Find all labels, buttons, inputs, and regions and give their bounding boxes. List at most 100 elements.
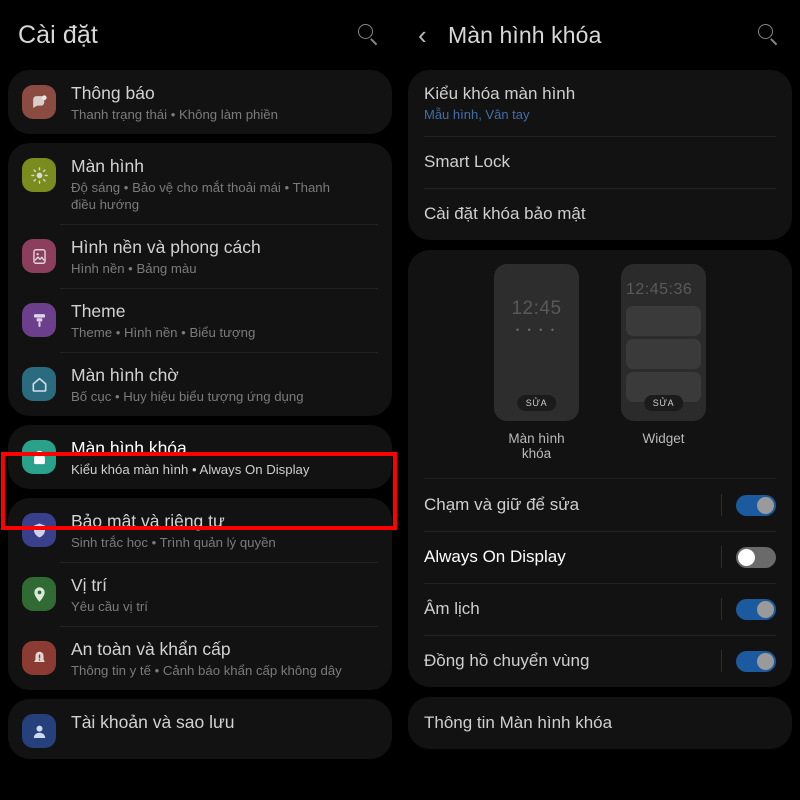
- preview-widget[interactable]: 12:45:36 SỬA Widget: [621, 264, 706, 461]
- settings-item-text: Màn hình Độ sáng • Bảo vệ cho mắt thoải m…: [71, 154, 356, 213]
- settings-item-th-ng-b-o[interactable]: Thông báo Thanh trạng thái • Không làm ph…: [8, 70, 392, 134]
- lock-setting-text: Kiểu khóa màn hình Mẫu hình, Vân tay: [424, 84, 575, 122]
- lock-setting-title: Cài đặt khóa bảo mật: [424, 204, 586, 223]
- settings-item-subtitle: Theme • Hình nền • Biểu tượng: [71, 325, 256, 340]
- settings-item-text: Bảo mật và riêng tư Sinh trắc học • Trình…: [71, 509, 276, 551]
- settings-item-title: Tài khoản và sao lưu: [71, 712, 235, 732]
- toggle-switch[interactable]: [736, 598, 776, 620]
- widget-placeholder-bar: [626, 339, 701, 369]
- settings-item-text: Vị trí Yêu cầu vị trí: [71, 573, 148, 615]
- page-title: Cài đặt: [18, 20, 98, 49]
- preview-thumbnail[interactable]: 12:45:36 SỬA: [621, 264, 706, 421]
- settings-item-v-tr[interactable]: Vị trí Yêu cầu vị trí: [8, 562, 392, 626]
- settings-item-text: Thông báo Thanh trạng thái • Không làm ph…: [71, 81, 278, 123]
- lock-setting-text: Smart Lock: [424, 152, 510, 172]
- preview-label: Màn hình khóa: [508, 431, 565, 461]
- settings-item-subtitle: Thanh trạng thái • Không làm phiền: [71, 107, 278, 122]
- settings-item-title: Hình nền và phong cách: [71, 237, 261, 257]
- settings-item-title: Màn hình khóa: [71, 438, 187, 458]
- settings-list: Thông báo Thanh trạng thái • Không làm ph…: [0, 70, 400, 759]
- toggle-knob: [738, 548, 755, 566]
- toggle-row-m-l-ch[interactable]: Âm lịch: [408, 583, 792, 635]
- lock-screen-header: ‹ Màn hình khóa: [400, 0, 800, 70]
- settings-item-t-i-kho-n-v-sao-l-u[interactable]: Tài khoản và sao lưu: [8, 699, 392, 759]
- settings-item-m-n-h-nh-ch[interactable]: Màn hình chờ Bố cục • Huy hiệu biểu tượng…: [8, 352, 392, 416]
- emergency-icon: [22, 641, 56, 675]
- settings-item-subtitle: Yêu cầu vị trí: [71, 599, 148, 614]
- settings-item-text: Màn hình chờ Bố cục • Huy hiệu biểu tượng…: [71, 363, 304, 405]
- chevron-left-icon[interactable]: ‹: [418, 22, 448, 48]
- wallpaper-icon: [22, 239, 56, 273]
- toggle-switch[interactable]: [736, 650, 776, 672]
- lock-info-group: Thông tin Màn hình khóa: [408, 697, 792, 749]
- location-pin-icon: [22, 577, 56, 611]
- brightness-icon: [22, 158, 56, 192]
- settings-item-subtitle: Thông tin y tế • Cảnh báo khẩn cấp không…: [71, 663, 342, 678]
- toggle-row-always-on-display[interactable]: Always On Display: [408, 531, 792, 583]
- toggle-label: Đồng hồ chuyển vùng: [424, 651, 590, 670]
- settings-item-text: Theme Theme • Hình nền • Biểu tượng: [71, 299, 255, 341]
- search-icon[interactable]: [756, 22, 782, 48]
- preview-clock: 12:45:36: [626, 281, 693, 298]
- dual-screenshot: Cài đặt Thông báo Thanh trạng thái • Khôn…: [0, 0, 800, 800]
- lock-screen-panel: ‹ Màn hình khóa Kiểu khóa màn hình Mẫu hì…: [400, 0, 800, 800]
- lock-setting-row[interactable]: Smart Lock: [408, 136, 792, 188]
- settings-item-text: Tài khoản và sao lưu: [71, 710, 234, 733]
- settings-group-card: Bảo mật và riêng tư Sinh trắc học • Trình…: [8, 498, 392, 690]
- settings-item-text: Màn hình khóa Kiểu khóa màn hình • Always…: [71, 436, 309, 478]
- settings-panel: Cài đặt Thông báo Thanh trạng thái • Khôn…: [0, 0, 400, 800]
- settings-item-b-o-m-t-v-ri-ng-t[interactable]: Bảo mật và riêng tư Sinh trắc học • Trình…: [8, 498, 392, 562]
- settings-item-h-nh-n-n-v-phong-c-ch[interactable]: Hình nền và phong cách Hình nền • Bảng mà…: [8, 224, 392, 288]
- settings-item-an-to-n-v-kh-n-c-p[interactable]: An toàn và khẩn cấp Thông tin y tế • Cảnh…: [8, 626, 392, 690]
- lock-setting-row[interactable]: Cài đặt khóa bảo mật: [408, 188, 792, 240]
- home-icon: [22, 367, 56, 401]
- toggle-list: Chạm và giữ để sửa Always On Display Âm lị…: [408, 479, 792, 687]
- search-icon[interactable]: [356, 22, 382, 48]
- notification-icon: [22, 85, 56, 119]
- toggle-separator: [721, 546, 722, 568]
- toggle-separator: [721, 494, 722, 516]
- settings-item-title: Theme: [71, 301, 126, 321]
- edit-button[interactable]: SỬA: [643, 395, 684, 411]
- settings-item-subtitle: Hình nền • Bảng màu: [71, 261, 197, 276]
- settings-item-subtitle: Bố cục • Huy hiệu biểu tượng ứng dụng: [71, 389, 304, 404]
- settings-header: Cài đặt: [0, 0, 400, 70]
- toggle-switch[interactable]: [736, 546, 776, 568]
- theme-brush-icon: [22, 303, 56, 337]
- toggle-label: Always On Display: [424, 547, 566, 566]
- toggle-knob: [757, 496, 774, 514]
- edit-button[interactable]: SỬA: [516, 395, 557, 411]
- toggle-separator: [721, 650, 722, 672]
- settings-item-text: Hình nền và phong cách Hình nền • Bảng mà…: [71, 235, 261, 277]
- toggle-knob: [757, 652, 774, 670]
- preview-card: 12:45 • • • • SỬA Màn hình khóa 12:45:36 SỬA W…: [408, 250, 792, 687]
- lock-settings-group: Kiểu khóa màn hình Mẫu hình, Vân tay Smart…: [408, 70, 792, 240]
- lock-setting-title: Kiểu khóa màn hình: [424, 84, 576, 103]
- settings-item-title: Thông báo: [71, 83, 155, 103]
- page-title: Màn hình khóa: [448, 21, 602, 48]
- settings-item-title: Bảo mật và riêng tư: [71, 511, 225, 531]
- lock-info-row[interactable]: Thông tin Màn hình khóa: [408, 697, 792, 749]
- settings-item-theme[interactable]: Theme Theme • Hình nền • Biểu tượng: [8, 288, 392, 352]
- settings-item-subtitle: Kiểu khóa màn hình • Always On Display: [71, 462, 310, 477]
- toggle-row-ng-h-chuy-n-v-ng[interactable]: Đồng hồ chuyển vùng: [408, 635, 792, 687]
- settings-item-text: An toàn và khẩn cấp Thông tin y tế • Cảnh…: [71, 637, 342, 679]
- toggle-label: Chạm và giữ để sửa: [424, 495, 580, 514]
- lock-setting-row[interactable]: Kiểu khóa màn hình Mẫu hình, Vân tay: [408, 70, 792, 136]
- widget-placeholder-bar: [626, 306, 701, 336]
- settings-item-subtitle: Sinh trắc học • Trình quản lý quyền: [71, 535, 276, 550]
- lock-setting-text: Cài đặt khóa bảo mật: [424, 204, 586, 224]
- lock-setting-title: Smart Lock: [424, 152, 510, 171]
- toggle-knob: [757, 600, 774, 618]
- preview-label: Widget: [642, 431, 685, 446]
- lock-info-title: Thông tin Màn hình khóa: [424, 713, 613, 732]
- settings-item-m-n-h-nh[interactable]: Màn hình Độ sáng • Bảo vệ cho mắt thoải m…: [8, 143, 392, 224]
- preview-thumbnail[interactable]: 12:45 • • • • SỬA: [494, 264, 579, 421]
- toggle-switch[interactable]: [736, 494, 776, 516]
- settings-group-card: Màn hình Độ sáng • Bảo vệ cho mắt thoải m…: [8, 143, 392, 416]
- settings-item-m-n-h-nh-kh-a[interactable]: Màn hình khóa Kiểu khóa màn hình • Always…: [8, 425, 392, 489]
- preview-lockscreen[interactable]: 12:45 • • • • SỬA Màn hình khóa: [494, 264, 579, 461]
- preview-clock: 12:45: [511, 298, 562, 319]
- toggle-row-ch-m-v-gi-s-a[interactable]: Chạm và giữ để sửa: [408, 479, 792, 531]
- settings-item-title: An toàn và khẩn cấp: [71, 639, 231, 659]
